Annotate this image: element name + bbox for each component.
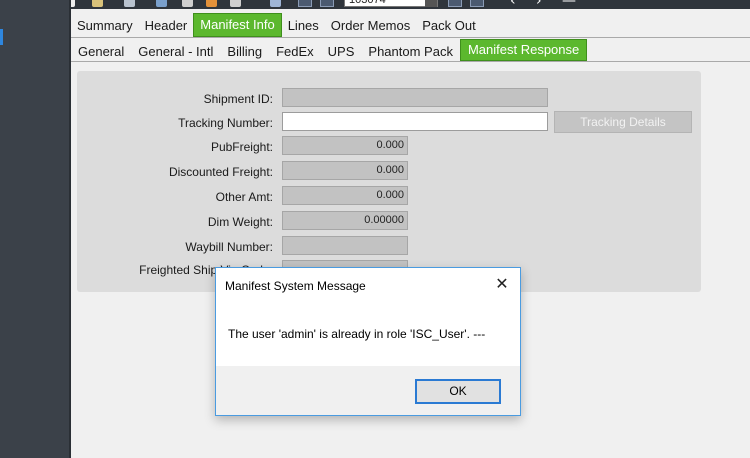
dialog-body: The user 'admin' is already in role 'ISC… — [216, 302, 520, 366]
tab-order-memos[interactable]: Order Memos — [325, 13, 416, 37]
pub-freight-label: PubFreight: — [210, 140, 273, 154]
minimize-icon[interactable]: — — [562, 0, 576, 9]
pub-freight-field[interactable]: 0.000 — [282, 136, 408, 155]
primary-tabs: Summary Header Manifest Info Lines Order… — [71, 13, 482, 37]
discounted-freight-field[interactable]: 0.000 — [282, 161, 408, 180]
shipment-id-label: Shipment ID: — [203, 92, 273, 106]
dialog-message: The user 'admin' is already in role 'ISC… — [228, 327, 486, 341]
tab-divider — [71, 37, 750, 38]
other-amt-field[interactable]: 0.000 — [282, 186, 408, 205]
dim-weight-field[interactable]: 0.00000 — [282, 211, 408, 230]
tracking-number-label: Tracking Number: — [178, 116, 273, 130]
forward-arrow-icon[interactable]: › — [536, 0, 542, 9]
toolbar-icon[interactable] — [92, 0, 103, 7]
tab-phantom-pack[interactable]: Phantom Pack — [361, 39, 460, 61]
record-dropdown-icon[interactable] — [425, 0, 437, 7]
tab-lines[interactable]: Lines — [282, 13, 325, 37]
back-arrow-icon[interactable]: ‹ — [510, 0, 516, 9]
tab-header[interactable]: Header — [139, 13, 194, 37]
tab-general[interactable]: General — [71, 39, 131, 61]
toolbar-icon[interactable] — [156, 0, 167, 7]
tab-summary[interactable]: Summary — [71, 13, 139, 37]
discounted-freight-label: Discounted Freight: — [168, 165, 273, 179]
tab-divider — [71, 61, 750, 62]
dialog-titlebar: Manifest System Message ✕ — [216, 268, 520, 302]
sidebar-handle[interactable] — [0, 29, 3, 45]
first-record-icon[interactable] — [298, 0, 312, 7]
next-record-icon[interactable] — [448, 0, 462, 7]
print-icon[interactable] — [124, 0, 135, 7]
toolbar-icon[interactable] — [182, 0, 193, 7]
toolbar-icon[interactable] — [230, 0, 241, 7]
tab-general-intl[interactable]: General - Intl — [131, 39, 220, 61]
dialog-title: Manifest System Message — [225, 279, 366, 293]
top-toolbar: 103074 ‹ › — — [0, 0, 750, 9]
left-sidebar — [0, 0, 69, 458]
tab-ups[interactable]: UPS — [321, 39, 362, 61]
tab-manifest-info[interactable]: Manifest Info — [193, 13, 282, 37]
secondary-tabs: General General - Intl Billing FedEx UPS… — [71, 39, 588, 61]
tab-pack-out[interactable]: Pack Out — [416, 13, 481, 37]
waybill-number-label: Waybill Number: — [185, 240, 273, 254]
ok-button[interactable]: OK — [415, 379, 501, 404]
waybill-number-field[interactable] — [282, 236, 408, 255]
manifest-message-dialog: Manifest System Message ✕ The user 'admi… — [215, 267, 521, 416]
record-field[interactable]: 103074 — [344, 0, 438, 7]
tab-billing[interactable]: Billing — [220, 39, 269, 61]
previous-record-icon[interactable] — [320, 0, 334, 7]
other-amt-label: Other Amt: — [215, 190, 273, 204]
toolbar-icon[interactable] — [270, 0, 281, 7]
tab-fedex[interactable]: FedEx — [269, 39, 321, 61]
shipment-id-field[interactable] — [282, 88, 548, 107]
last-record-icon[interactable] — [470, 0, 484, 7]
tracking-number-field[interactable] — [282, 112, 548, 131]
manifest-response-panel: Shipment ID: Tracking Number: Tracking D… — [77, 71, 701, 292]
tracking-details-button[interactable]: Tracking Details — [554, 111, 692, 133]
dim-weight-label: Dim Weight: — [207, 215, 273, 229]
toolbar-icon[interactable] — [206, 0, 217, 7]
tab-manifest-response[interactable]: Manifest Response — [459, 39, 588, 61]
close-icon[interactable]: ✕ — [491, 274, 513, 294]
